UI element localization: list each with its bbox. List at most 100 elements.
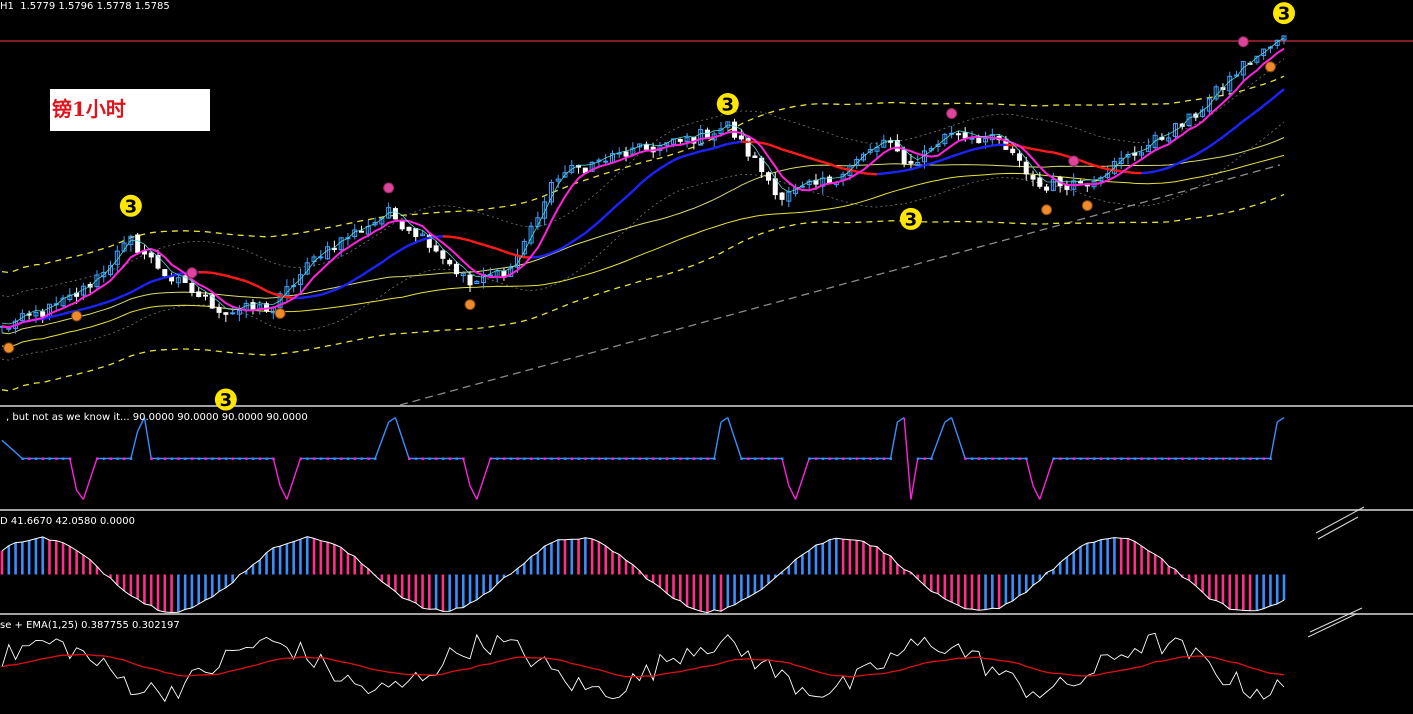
step-dot: [1188, 457, 1191, 460]
candle-body: [908, 160, 914, 164]
step-dot: [1140, 457, 1143, 460]
step-dot: [848, 457, 852, 460]
indicator-4-header: se + EMA(1,25) 0.387755 0.302197: [0, 620, 180, 631]
step-dot: [523, 457, 526, 460]
marker-top: [1237, 36, 1249, 48]
candle-body: [623, 151, 629, 157]
slow-ma-segment: [1215, 136, 1224, 143]
slow-ma-segment: [394, 248, 403, 255]
slow-ma-segment: [625, 190, 634, 199]
slow-ma-segment: [544, 251, 552, 257]
candle-body: [732, 121, 738, 138]
count-3-marker-label: 3: [220, 390, 233, 411]
slow-ma-segment: [673, 156, 681, 162]
step-dot: [1011, 457, 1015, 460]
step-dot: [184, 457, 187, 460]
candle-body: [467, 274, 473, 286]
slow-ma-segment: [218, 272, 227, 277]
candle-body: [1010, 148, 1016, 154]
indicator-2-header: , but not as we know it... 90.0000 90.00…: [6, 412, 308, 423]
step-dot: [808, 457, 811, 460]
step-line-segment: [1032, 485, 1041, 500]
slow-ma-segment: [123, 291, 132, 297]
step-dot: [658, 457, 662, 460]
step-dot: [882, 457, 886, 460]
step-dot: [1079, 457, 1082, 460]
ohlc-values: 1.5779 1.5796 1.5778 1.5785: [20, 1, 170, 12]
step-dot: [699, 457, 703, 460]
slow-ma-segment: [1059, 153, 1068, 158]
histogram-envelope: [1, 536, 1285, 614]
step-dot: [238, 457, 241, 460]
step-dot: [876, 457, 879, 460]
slow-ma-segment: [1262, 99, 1272, 107]
candle-body: [1016, 153, 1022, 161]
step-dot: [224, 457, 228, 460]
slow-ma-segment: [571, 236, 580, 244]
step-dot: [1235, 457, 1238, 460]
candle-body: [162, 269, 168, 277]
step-dot: [842, 457, 845, 460]
slow-ma-segment: [1114, 168, 1122, 173]
step-dot: [869, 457, 872, 460]
main-chart-header: H1 1.5779 1.5796 1.5778 1.5785: [0, 1, 170, 13]
slow-ma-segment: [49, 314, 57, 319]
step-line-segment: [1025, 458, 1034, 486]
p3-trend-arrow-2: [1317, 516, 1359, 540]
step-dot: [333, 457, 336, 460]
slow-ma-segment: [347, 278, 356, 285]
step-dot: [1242, 457, 1245, 460]
step-dot: [407, 457, 411, 460]
slow-ma-segment: [1032, 147, 1041, 152]
step-dot: [340, 457, 343, 460]
step-dot: [835, 457, 838, 460]
candle-body: [765, 172, 771, 181]
step-dot: [34, 457, 38, 460]
candle-body: [888, 140, 894, 143]
step-line-segment: [82, 458, 98, 500]
step-dot: [665, 457, 669, 460]
slow-ma-segment: [327, 288, 335, 294]
step-line-segment: [476, 458, 492, 500]
step-line-segment: [1269, 421, 1278, 459]
step-dot: [977, 457, 981, 460]
candle-body: [603, 160, 609, 163]
slow-ma-segment: [1174, 160, 1183, 166]
step-dot: [421, 457, 424, 460]
step-dot: [68, 457, 72, 460]
step-line-segment: [1039, 458, 1055, 500]
step-line-segment: [794, 458, 810, 500]
p4-trend-arrow-2: [1307, 613, 1357, 638]
candle-body: [6, 327, 12, 330]
slow-ma-segment: [1201, 145, 1211, 152]
step-dot: [1262, 457, 1266, 460]
step-dot: [116, 457, 119, 460]
step-dot: [638, 457, 642, 460]
step-dot: [814, 457, 818, 460]
candle-body: [202, 294, 208, 297]
step-dot: [150, 457, 153, 460]
step-dot: [123, 457, 126, 460]
slow-ma-segment: [679, 153, 688, 159]
candle-body: [643, 144, 649, 150]
slow-ma-segment: [1080, 159, 1088, 165]
slow-ma-segment: [137, 283, 146, 290]
step-dot: [48, 457, 51, 460]
step-line-segment: [950, 417, 966, 459]
slow-ma-segment: [1161, 166, 1170, 171]
p4-trend-arrow: [1309, 607, 1363, 633]
step-dot: [828, 457, 831, 460]
step-dot: [367, 457, 370, 460]
slow-ma-segment: [876, 172, 884, 176]
slow-ma-segment: [83, 306, 91, 311]
slow-ma-segment: [842, 167, 851, 172]
step-dot: [435, 457, 438, 460]
count-3-marker-label: 3: [722, 94, 735, 115]
step-dot: [1052, 457, 1055, 460]
step-dot: [774, 457, 777, 460]
step-dot: [353, 457, 357, 460]
slow-ma-segment: [89, 304, 98, 309]
marker-top: [946, 108, 958, 120]
slow-ma-segment: [469, 239, 478, 244]
slow-ma-segment: [727, 141, 735, 146]
